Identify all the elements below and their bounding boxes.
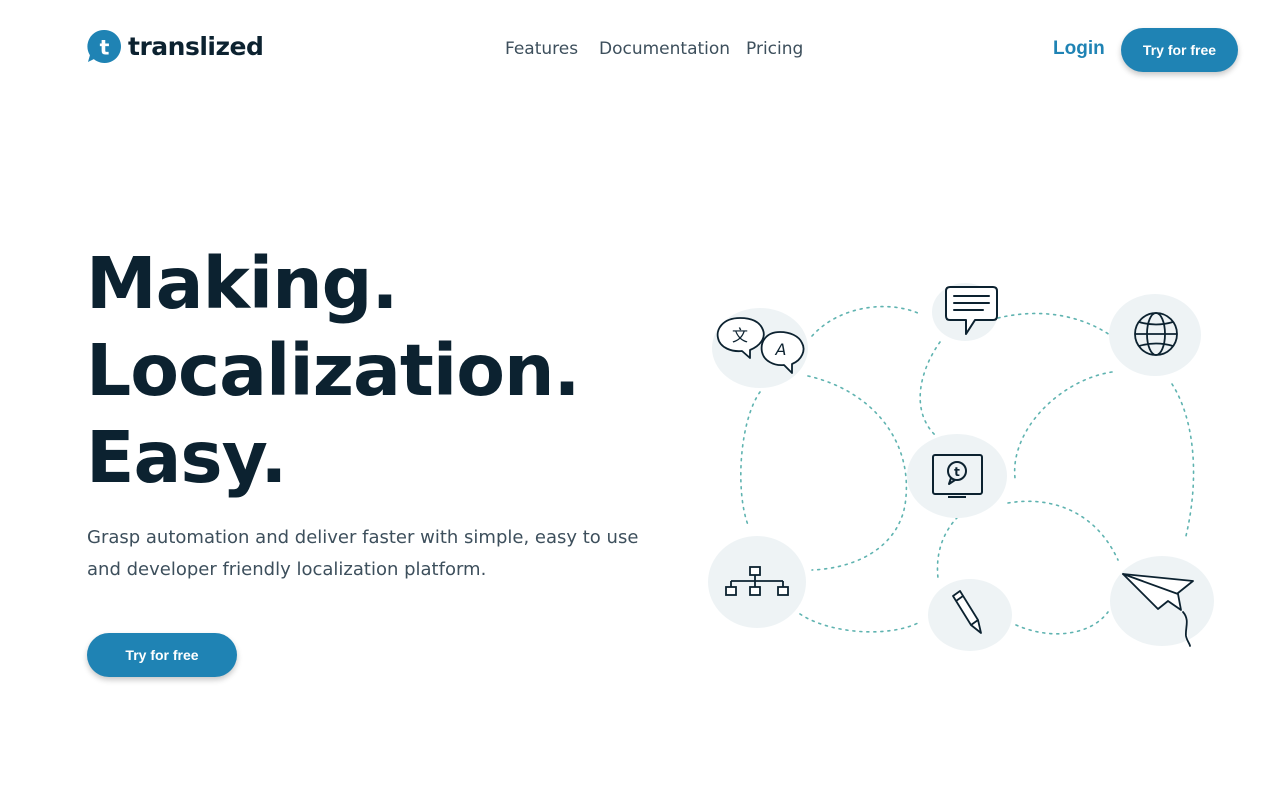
site-header: t translized Features Documentation Pric…	[0, 0, 1281, 100]
hero-subtitle: Grasp automation and deliver faster with…	[87, 527, 639, 580]
login-link[interactable]: Login	[1053, 38, 1105, 60]
nav-features[interactable]: Features	[505, 39, 599, 59]
svg-text:文: 文	[732, 326, 748, 345]
hero-try-for-free-button[interactable]: Try for free	[87, 633, 237, 677]
brand-name: translized	[128, 31, 264, 61]
logo-mark-icon: t	[87, 29, 121, 63]
brand-logo[interactable]: t translized	[87, 28, 264, 64]
main-nav: Features Documentation Pricing	[505, 39, 806, 59]
header-try-for-free-button[interactable]: Try for free	[1121, 28, 1238, 72]
workflow-illustration: 文 A t	[708, 283, 1214, 651]
nav-documentation[interactable]: Documentation	[599, 39, 746, 59]
svg-text:t: t	[100, 35, 110, 59]
nav-pricing[interactable]: Pricing	[746, 39, 806, 59]
svg-text:t: t	[954, 465, 960, 479]
hero-title-line-3: Easy.	[86, 416, 287, 499]
hero-title: Making. Localization. Easy.	[86, 240, 580, 501]
svg-text:A: A	[775, 340, 787, 359]
hero-title-line-2: Localization.	[86, 329, 580, 412]
hero-title-line-1: Making.	[86, 242, 398, 325]
